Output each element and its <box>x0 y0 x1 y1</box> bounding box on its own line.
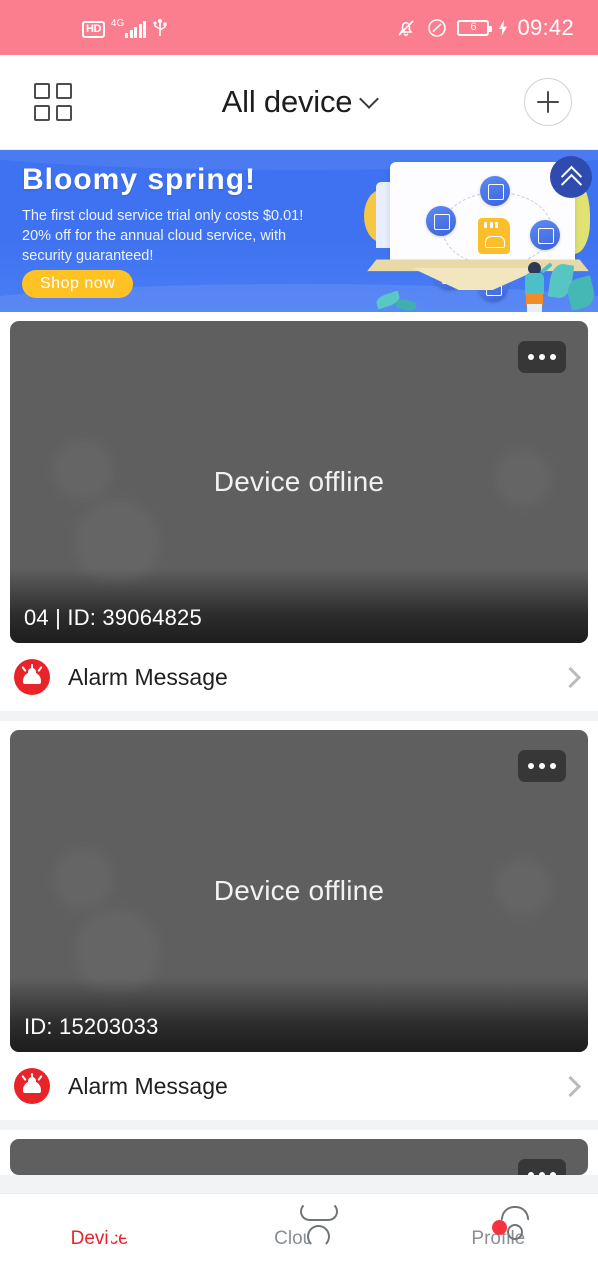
status-bar: HD 4G 6 09:42 <box>0 0 598 55</box>
card-bokeh <box>52 848 114 910</box>
device-preview-card[interactable]: Device offline 04 | ID: 39064825 <box>10 321 588 643</box>
cellular-signal-icon: 4G <box>110 17 147 38</box>
tab-cloud[interactable]: Cloud <box>199 1202 398 1250</box>
alarm-message-row[interactable]: Alarm Message <box>0 643 598 711</box>
cloud-file-icon <box>480 176 510 206</box>
illustration-board <box>390 162 575 302</box>
bottom-tab-bar: Device Cloud Profile <box>0 1193 598 1279</box>
clock-label: 09:42 <box>517 14 574 40</box>
hd-icon: HD <box>82 20 105 38</box>
plant-leaf <box>395 297 417 312</box>
banner-title: Bloomy spring! <box>22 163 257 196</box>
chevron-down-icon[interactable] <box>359 88 380 109</box>
chevron-right-icon[interactable] <box>559 666 582 688</box>
status-bar-right: 6 09:42 <box>395 15 574 41</box>
promo-banner[interactable]: Bloomy spring! The first cloud service t… <box>0 150 598 312</box>
card-footer: 04 | ID: 39064825 <box>10 569 588 643</box>
device-preview-card[interactable] <box>10 1139 588 1175</box>
more-options-icon[interactable] <box>518 750 566 782</box>
cloud-upload-icon <box>426 206 456 236</box>
device-group: Device offline 04 | ID: 39064825 Alarm M… <box>0 312 598 711</box>
charging-bolt-icon <box>499 19 508 36</box>
alarm-message-row[interactable]: Alarm Message <box>0 1052 598 1120</box>
tab-device[interactable]: Device <box>0 1223 199 1250</box>
device-id-label: 04 | ID: 39064825 <box>24 605 202 630</box>
status-bar-left: HD 4G <box>82 18 168 38</box>
shop-now-button[interactable]: Shop now <box>22 270 134 298</box>
signal-bars-icon <box>125 20 147 38</box>
device-preview-card[interactable]: Device offline ID: 15203033 <box>10 730 588 1052</box>
network-type-label: 4G <box>110 17 125 29</box>
more-options-icon[interactable] <box>518 1159 566 1175</box>
cloud-shield-icon <box>530 220 560 250</box>
card-bokeh <box>494 449 552 507</box>
illustration-shelf-front <box>412 268 542 290</box>
device-group <box>0 1130 598 1175</box>
battery-level-label: 6 <box>470 21 477 33</box>
sd-card-icon <box>478 218 510 254</box>
device-id-label: ID: 15203033 <box>24 1014 159 1039</box>
alarm-siren-icon <box>14 1068 50 1104</box>
device-list[interactable]: Device offline 04 | ID: 39064825 Alarm M… <box>0 312 598 1193</box>
card-bokeh <box>52 439 114 501</box>
data-saver-icon <box>428 18 447 37</box>
more-options-icon[interactable] <box>518 341 566 373</box>
card-footer: ID: 15203033 <box>10 978 588 1052</box>
add-device-button[interactable] <box>524 78 572 126</box>
page-title[interactable]: All device <box>222 84 353 120</box>
device-status-text: Device offline <box>213 875 385 906</box>
title-group: All device <box>0 84 598 120</box>
device-group: Device offline ID: 15203033 Alarm Messag… <box>0 721 598 1120</box>
alarm-message-label: Alarm Message <box>68 663 228 690</box>
battery-icon: 6 <box>457 19 493 36</box>
app-header: All device <box>0 55 598 150</box>
banner-description: The first cloud service trial only costs… <box>22 206 362 266</box>
alarm-siren-icon <box>14 659 50 695</box>
banner-line-1: The first cloud service trial only costs… <box>22 208 304 224</box>
card-bokeh <box>494 858 552 916</box>
tab-profile[interactable]: Profile <box>399 1206 598 1250</box>
person-body <box>525 273 544 295</box>
device-status-text: Device offline <box>213 466 385 497</box>
person-feet <box>527 304 542 312</box>
usb-icon <box>153 18 167 36</box>
alarm-message-label: Alarm Message <box>68 1072 228 1099</box>
bell-muted-icon <box>398 19 415 36</box>
banner-line-3: security guaranteed! <box>22 248 154 264</box>
app-root: HD 4G 6 09:42 All device Bloomy spring! … <box>0 0 598 1279</box>
banner-line-2: 20% off for the annual cloud service, wi… <box>22 228 287 244</box>
double-chevron-up-icon[interactable] <box>550 156 592 198</box>
chevron-right-icon[interactable] <box>559 1075 582 1097</box>
grid-view-icon[interactable] <box>34 83 72 121</box>
